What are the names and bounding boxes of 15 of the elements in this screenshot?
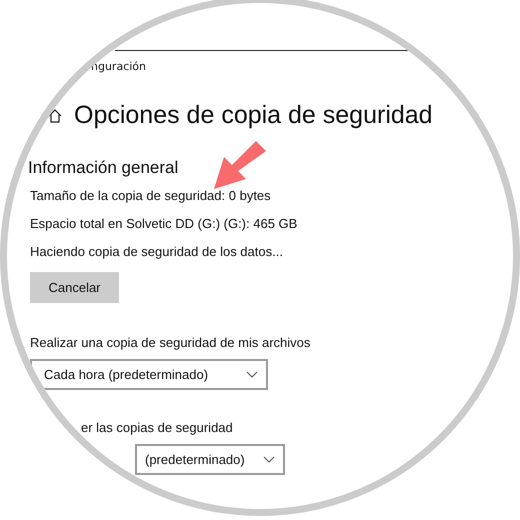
chevron-icon — [263, 456, 275, 463]
chevron-icon — [246, 371, 258, 378]
home-icon[interactable] — [47, 108, 63, 124]
setting-label: Realizar una copia de seguridad de mis archivos — [30, 335, 310, 350]
page-title: Opciones de copia de seguridad — [74, 101, 433, 130]
dropdown[interactable]: (predeterminado) — [135, 444, 285, 475]
section-heading: Información general — [28, 158, 178, 178]
setting-label: er las copias de seguridad — [81, 420, 233, 435]
info-text: Tamaño de la copia de seguridad: 0 bytes — [30, 187, 271, 205]
breadcrumb-link[interactable]: nguración — [91, 60, 146, 73]
info-text: Haciendo copia de seguridad de los datos... — [30, 243, 283, 261]
info-text: Espacio total en Solvetic DD (G:) (G:): 465 GB — [30, 215, 298, 233]
cancel-button[interactable]: Cancelar — [30, 272, 119, 303]
dropdown[interactable]: Cada hora (predeterminado) — [30, 359, 268, 390]
arrow-annotation — [212, 141, 268, 191]
